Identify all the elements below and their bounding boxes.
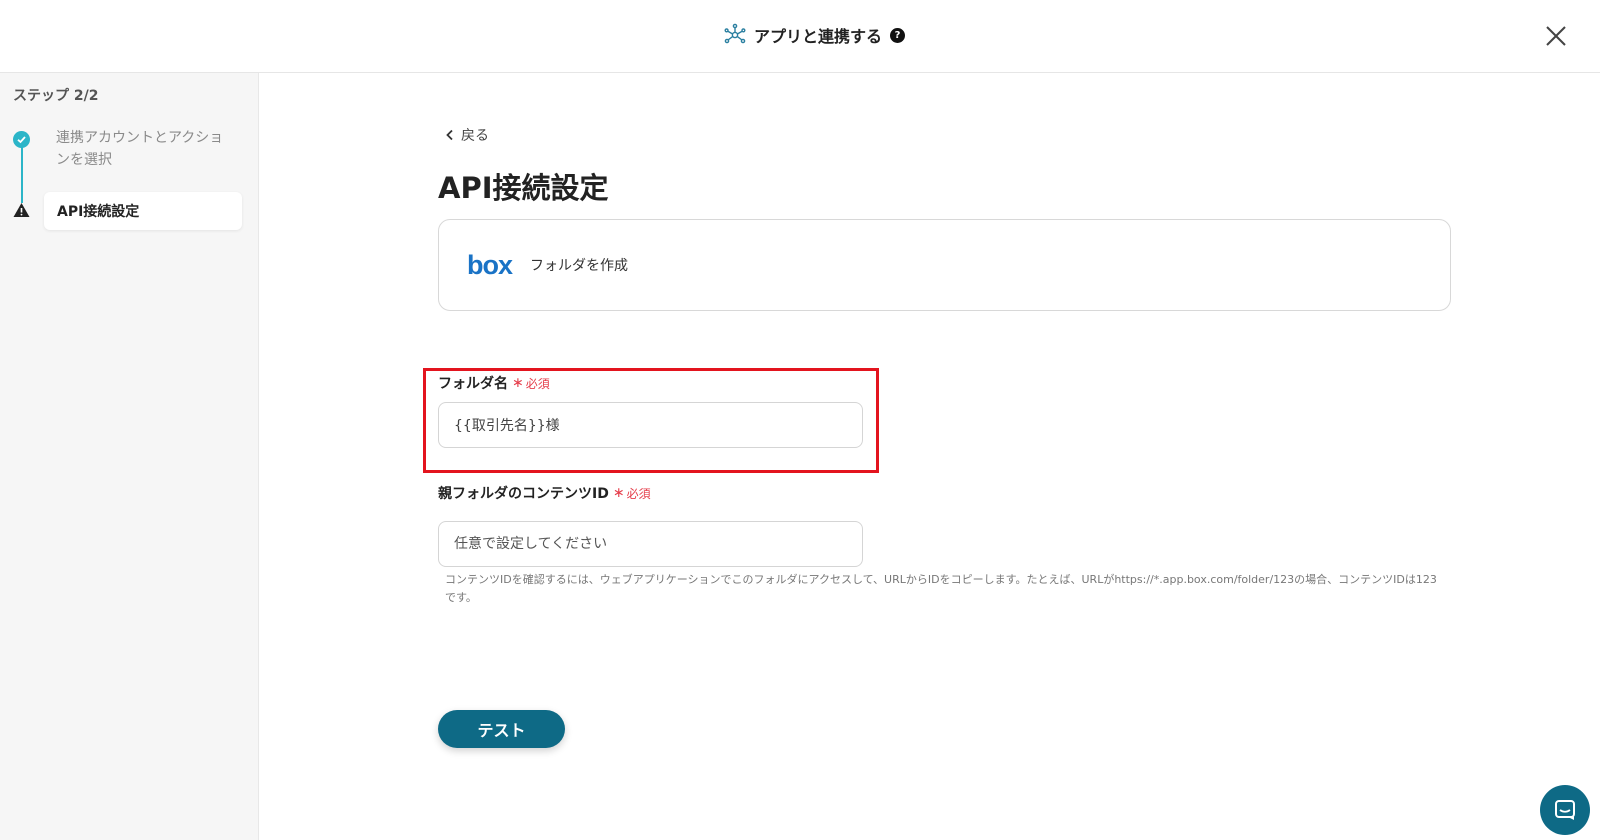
back-link[interactable]: 戻る [445, 125, 489, 145]
chat-icon [1555, 800, 1575, 820]
required-asterisk-icon: ∗ [512, 375, 524, 391]
step-counter: ステップ 2/2 [13, 88, 99, 104]
chat-launcher-button[interactable] [1540, 785, 1590, 835]
step-item-api-settings[interactable]: API接続設定 [44, 192, 242, 230]
close-button[interactable] [1542, 22, 1570, 50]
warning-icon [13, 203, 30, 217]
box-logo: box [467, 249, 513, 280]
help-icon[interactable]: ? [890, 27, 906, 43]
folder-name-label: フォルダ名 ∗ 必須 [438, 373, 550, 393]
parent-folder-id-label: 親フォルダのコンテンツID ∗ 必須 [438, 483, 651, 503]
test-button[interactable]: テスト [438, 710, 565, 748]
folder-name-input[interactable] [438, 402, 863, 448]
app-action-card: box フォルダを作成 [438, 219, 1451, 311]
modal-title: アプリと連携する [754, 27, 883, 46]
page-title: API接続設定 [438, 171, 609, 205]
required-asterisk-icon: ∗ [612, 485, 625, 501]
step-connector-line [21, 139, 23, 203]
folder-name-label-text: フォルダ名 [438, 376, 508, 392]
parent-folder-id-label-text: 親フォルダのコンテンツID [438, 486, 609, 502]
required-text: 必須 [525, 376, 550, 391]
app-action-label: フォルダを作成 [530, 258, 629, 274]
main-content: 戻る API接続設定 box フォルダを作成 フォルダ名 ∗ 必須 親フォルダの… [260, 73, 1600, 840]
back-label: 戻る [461, 128, 489, 144]
integration-network-icon [724, 23, 746, 44]
step-sidebar: ステップ 2/2 連携アカウントとアクションを選択 API接続設定 [0, 73, 259, 840]
step-done-check-icon [13, 131, 30, 148]
modal-header: アプリと連携する ? [0, 0, 1600, 73]
header-title-group: アプリと連携する ? [724, 20, 906, 50]
chevron-left-icon [446, 129, 453, 141]
required-text: 必須 [626, 486, 651, 501]
required-badge: ∗ 必須 [613, 485, 651, 502]
content-id-help-text: コンテンツIDを確認するには、ウェブアプリケーションでこのフォルダにアクセスして… [445, 573, 1437, 604]
parent-folder-id-input[interactable] [438, 521, 863, 567]
close-icon [1546, 26, 1566, 46]
step-item-select-account[interactable]: 連携アカウントとアクションを選択 [56, 127, 231, 171]
required-badge: ∗ 必須 [512, 375, 550, 392]
